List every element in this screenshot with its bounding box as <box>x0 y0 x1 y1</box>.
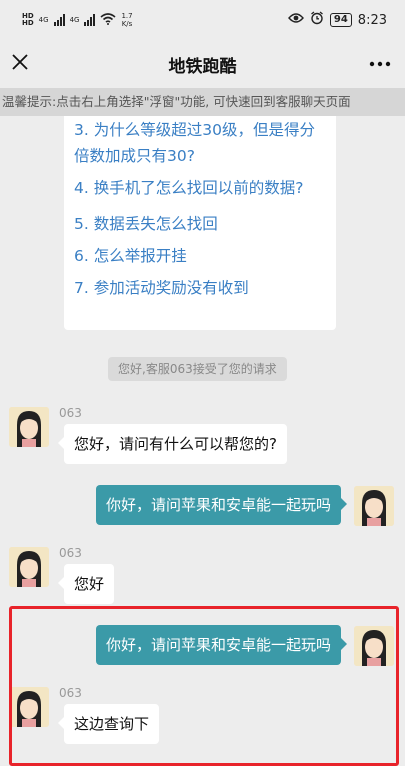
user-avatar[interactable] <box>354 486 394 526</box>
signal2-icon <box>84 14 96 26</box>
agent-message: 您好，请问有什么可以帮您的? <box>58 424 287 464</box>
sim-indicator: HD HD <box>22 13 34 27</box>
speed-indicator: 1.7 K/s <box>121 12 132 28</box>
more-icon <box>369 61 391 67</box>
agent-message: 您好 <box>57 564 115 604</box>
battery-level: 94 <box>329 13 352 27</box>
faq-card: 3. 为什么等级超过30级，但是得分倍数加成只有30? 4. 换手机了怎么找回以… <box>64 116 336 330</box>
network2-label: 4G <box>69 16 80 24</box>
faq-link[interactable]: 3. 为什么等级超过30级，但是得分倍数加成只有30? <box>74 117 329 169</box>
system-message: 您好,客服063接受了您的请求 <box>108 357 287 381</box>
agent-avatar[interactable] <box>9 547 49 587</box>
status-bar: HD HD 4G 4G 1.7 K/s 94 8:23 <box>0 0 405 42</box>
speed-value: 1.7 <box>121 12 133 20</box>
eye-icon <box>287 12 304 28</box>
agent-name: 063 <box>59 406 82 420</box>
wifi-icon <box>100 12 116 28</box>
page-title: 地铁跑酷 <box>168 57 237 77</box>
agent-name: 063 <box>59 546 82 560</box>
speed-unit: K/s <box>121 20 133 28</box>
status-right: 94 8:23 <box>287 11 387 29</box>
faq-link[interactable]: 7. 参加活动奖励没有收到 <box>74 275 329 301</box>
highlight-box <box>9 606 399 766</box>
tip-banner: 温馨提示:点击右上角选择"浮窗"功能, 可快速回到客服聊天页面 <box>0 88 405 116</box>
user-message: 你好，请问苹果和安卓能一起玩吗 <box>95 485 348 525</box>
faq-link[interactable]: 4. 换手机了怎么找回以前的数据? <box>74 175 329 201</box>
signal1-icon <box>53 14 65 26</box>
faq-link[interactable]: 5. 数据丢失怎么找回 <box>74 211 329 237</box>
alarm-icon <box>310 11 324 29</box>
nav-header: 地铁跑酷 <box>0 42 405 86</box>
status-left: HD HD 4G 4G 1.7 K/s <box>22 12 133 28</box>
sim2-label: HD <box>22 19 34 27</box>
faq-link[interactable]: 6. 怎么举报开挂 <box>74 243 329 269</box>
more-button[interactable] <box>369 54 391 68</box>
clock: 8:23 <box>357 12 387 28</box>
network1-label: 4G <box>38 16 49 24</box>
agent-avatar[interactable] <box>9 407 49 447</box>
